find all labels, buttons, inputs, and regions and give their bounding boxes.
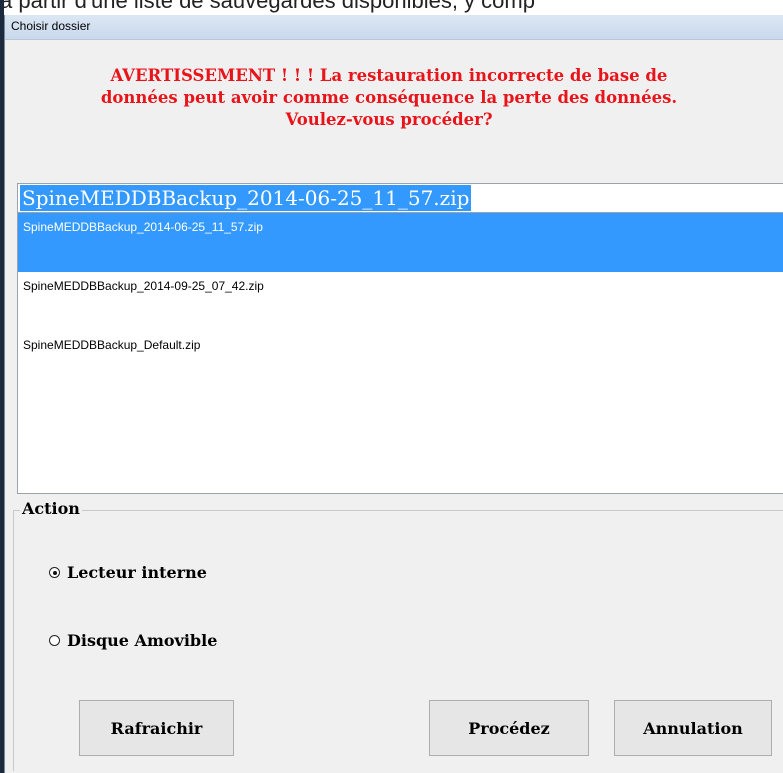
list-item-backup-2014-06-25[interactable]: SpineMEDDBBackup_2014-06-25_11_57.zip <box>18 213 783 272</box>
cancel-button[interactable]: Annulation <box>614 700 772 756</box>
list-item-label: SpineMEDDBBackup_2014-06-25_11_57.zip <box>23 220 263 234</box>
list-item-backup-2014-09-25[interactable]: SpineMEDDBBackup_2014-09-25_07_42.zip <box>18 272 783 331</box>
proceed-button[interactable]: Procédez <box>429 700 589 756</box>
warning-message: AVERTISSEMENT ! ! ! La restauration inco… <box>5 65 773 131</box>
refresh-button[interactable]: Rafraichir <box>79 700 234 756</box>
list-item-backup-default[interactable]: SpineMEDDBBackup_Default.zip <box>18 331 783 390</box>
warning-line-3: Voulez-vous procéder? <box>285 110 493 129</box>
backup-combo-input[interactable]: SpineMEDDBBackup_2014-06-25_11_57.zip <box>17 183 783 213</box>
radio-unchecked-icon[interactable] <box>49 635 60 646</box>
dialog-title-bar[interactable]: Choisir dossier <box>5 15 783 40</box>
list-item-label: SpineMEDDBBackup_Default.zip <box>23 338 201 352</box>
choose-folder-dialog: Choisir dossier AVERTISSEMENT ! ! ! La r… <box>4 15 783 773</box>
radio-removable-disk-label: Disque Amovible <box>67 631 218 650</box>
warning-line-1: AVERTISSEMENT ! ! ! La restauration inco… <box>110 66 668 85</box>
backup-combo-value[interactable]: SpineMEDDBBackup_2014-06-25_11_57.zip <box>20 185 472 211</box>
backup-file-list[interactable]: SpineMEDDBBackup_2014-06-25_11_57.zip Sp… <box>17 213 783 494</box>
list-item-label: SpineMEDDBBackup_2014-09-25_07_42.zip <box>23 279 264 293</box>
radio-removable-disk[interactable]: Disque Amovible <box>49 631 217 650</box>
action-group-legend: Action <box>20 499 82 518</box>
dialog-title: Choisir dossier <box>11 19 91 33</box>
radio-internal-drive-label: Lecteur interne <box>67 563 207 582</box>
radio-internal-drive[interactable]: Lecteur interne <box>49 563 207 582</box>
radio-checked-icon[interactable] <box>49 567 60 578</box>
warning-line-2: données peut avoir comme conséquence la … <box>100 88 678 107</box>
